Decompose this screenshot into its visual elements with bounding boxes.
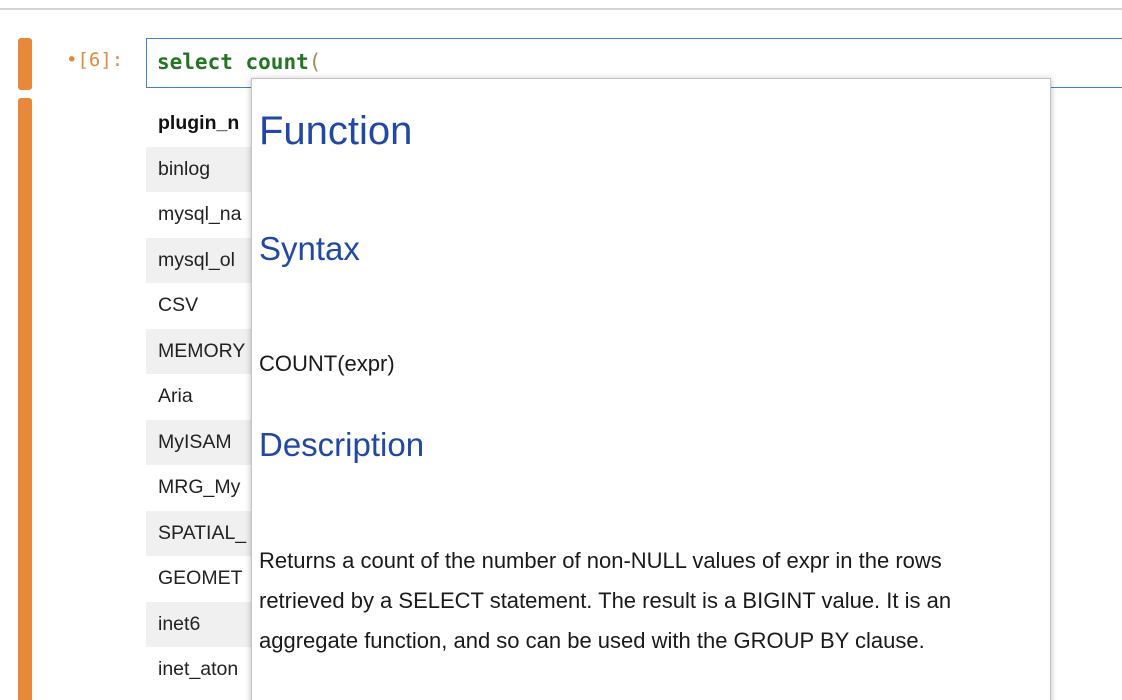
notebook-page: •[6]: select count( plugin_n binlog mysq… — [0, 0, 1122, 700]
table-row: MEMORY — [146, 328, 256, 374]
table-row: Aria — [158, 385, 193, 407]
table-row: mysql_na — [158, 203, 242, 225]
description-heading: Description — [259, 426, 425, 463]
table-header: plugin_n — [158, 112, 240, 134]
description-text: Returns a count of the number of non-NUL… — [259, 548, 952, 653]
top-divider — [0, 8, 1122, 10]
tooltip-title: Function — [259, 109, 413, 153]
table-row: MyISAM — [146, 419, 256, 465]
table-row: mysql_ol — [146, 237, 256, 283]
keyword-count: count — [245, 50, 309, 74]
table-row: SPATIAL_ — [146, 510, 256, 556]
open-paren: ( — [308, 50, 322, 74]
table-row: GEOMET — [158, 567, 243, 589]
input-collapser[interactable] — [18, 38, 32, 90]
documentation-tooltip[interactable]: Function Syntax COUNT(expr) Description … — [251, 78, 1051, 700]
cell-prompt: •[6]: — [66, 49, 124, 71]
table-row: inet_aton — [158, 658, 239, 680]
output-table: plugin_n binlog mysql_na mysql_ol CSV ME… — [146, 101, 256, 693]
table-row: CSV — [158, 294, 199, 316]
code-line: select count( — [157, 48, 321, 76]
table-row: inet6 — [146, 601, 256, 647]
syntax-heading: Syntax — [259, 230, 360, 267]
table-row: MRG_My — [158, 476, 241, 498]
table-row: binlog — [146, 146, 256, 192]
syntax-text: COUNT(expr) — [259, 351, 395, 376]
keyword-select: select — [157, 50, 233, 74]
output-collapser[interactable] — [18, 98, 32, 700]
